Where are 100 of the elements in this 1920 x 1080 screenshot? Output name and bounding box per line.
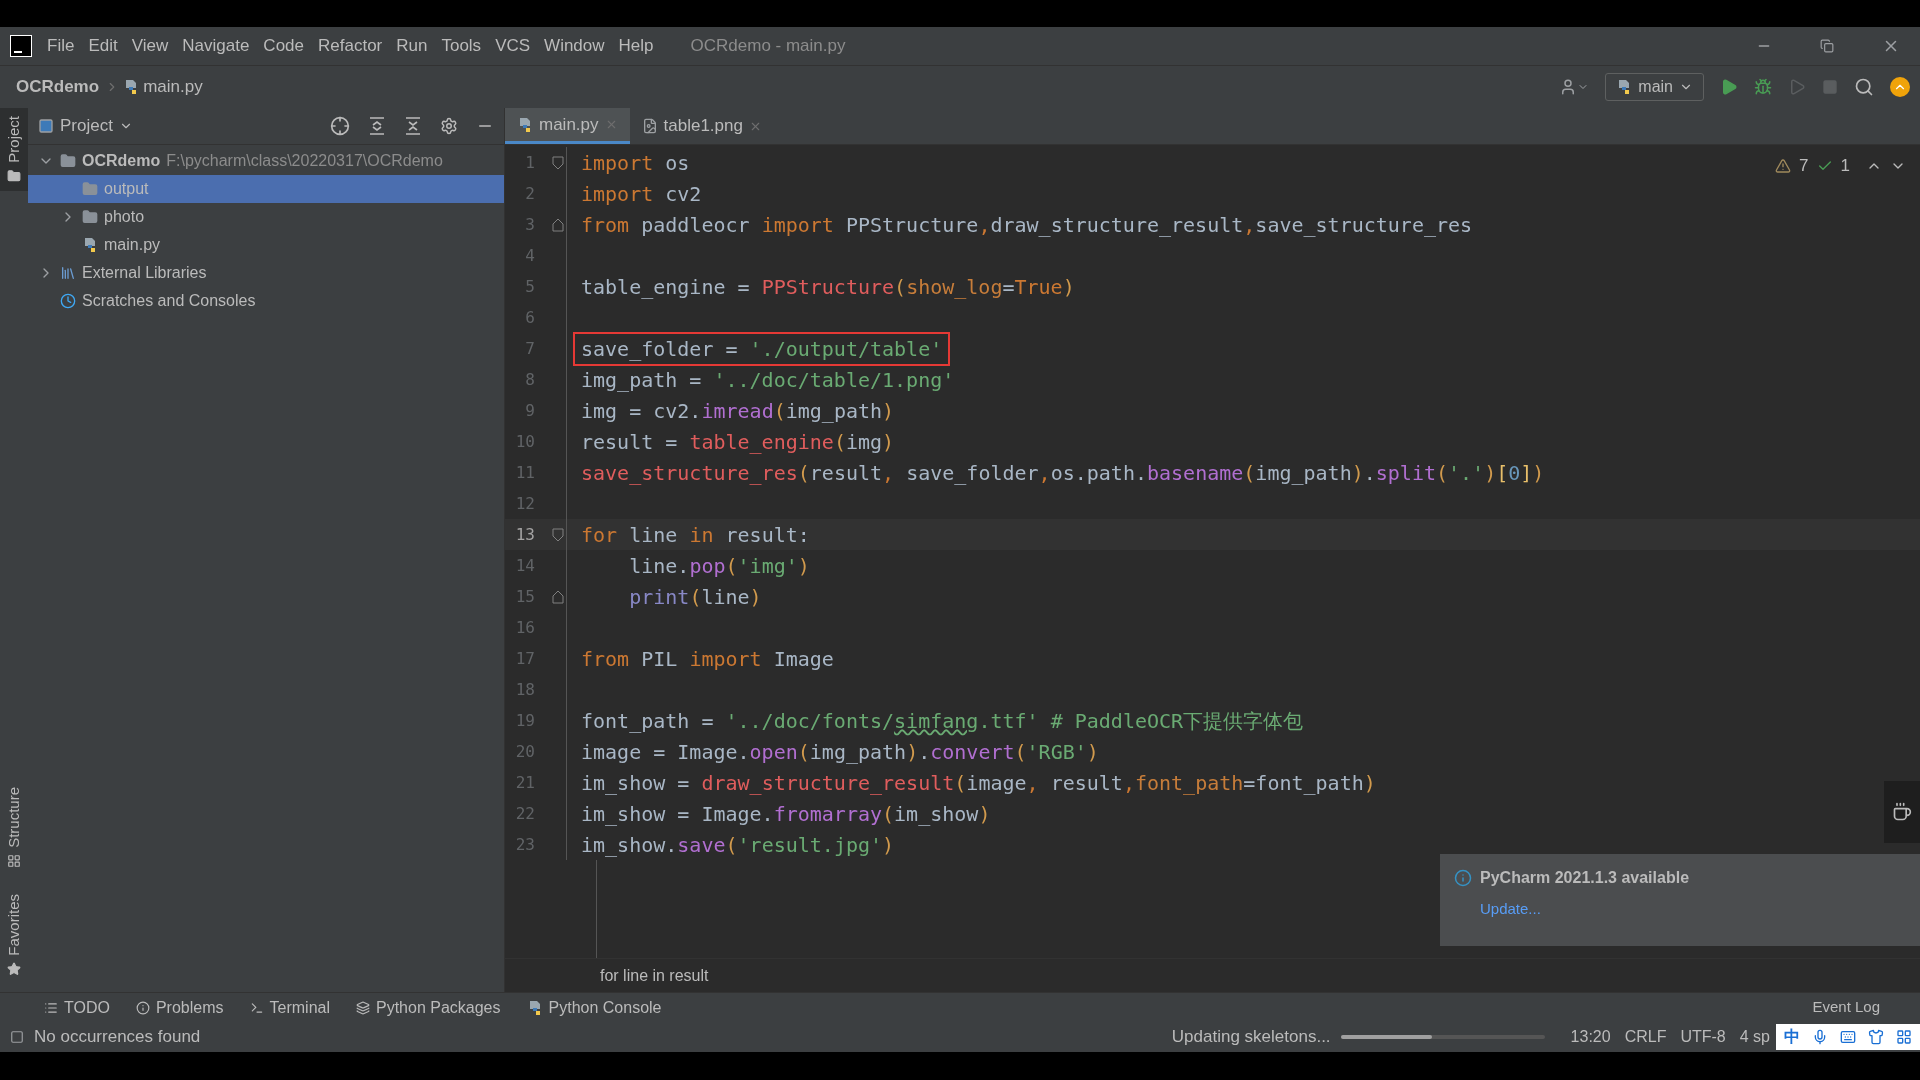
line-number: 9: [524, 399, 535, 422]
tree-item[interactable]: External Libraries: [28, 259, 504, 287]
expand-all-icon[interactable]: [368, 117, 386, 135]
fold-marker-icon[interactable]: [552, 589, 564, 604]
library-icon: [60, 265, 76, 281]
keyboard-icon[interactable]: [1840, 1029, 1856, 1045]
code-line: img = cv2.imread(img_path): [580, 397, 896, 425]
breadcrumb-item[interactable]: main.py: [143, 74, 203, 100]
tree-item[interactable]: photo: [28, 203, 504, 231]
window-icon: [38, 118, 54, 134]
fold-marker-icon[interactable]: [552, 155, 564, 170]
code-line: im_show = draw_structure_result(image, result,font_path=font_path): [580, 769, 1377, 797]
line-number: 4: [524, 244, 535, 267]
tree-item-label: output: [104, 179, 149, 199]
fold-marker-icon[interactable]: [552, 217, 564, 232]
settings-icon[interactable]: [440, 117, 458, 135]
tool-tab[interactable]: Python Packages: [356, 995, 501, 1020]
editor-tab[interactable]: main.py: [505, 108, 630, 144]
menu-item[interactable]: Refactor: [311, 33, 390, 59]
status-item[interactable]: 13:20: [1570, 1025, 1611, 1049]
menu-item[interactable]: Window: [537, 33, 612, 59]
layers-icon: [356, 1000, 370, 1015]
breadcrumb-item[interactable]: OCRdemo: [16, 74, 100, 100]
status-item[interactable]: 4 sp: [1739, 1025, 1770, 1049]
grid-icon[interactable]: [1896, 1029, 1912, 1045]
user-menu-icon[interactable]: [1559, 78, 1590, 96]
status-item[interactable]: UTF-8: [1680, 1025, 1726, 1049]
window-title: OCRdemo - main.py: [690, 35, 846, 58]
warning-icon: [1775, 157, 1792, 174]
editor-breadcrumb[interactable]: for line in result: [600, 963, 709, 988]
editor-tab[interactable]: table1.png: [629, 108, 774, 144]
warning-count[interactable]: 7: [1799, 153, 1809, 179]
menu-item[interactable]: Run: [389, 33, 435, 59]
event-log-button[interactable]: Event Log: [1812, 996, 1880, 1019]
code-line: im_show.save('result.jpg'): [580, 831, 896, 859]
fold-marker-icon[interactable]: [552, 527, 564, 542]
run-icon[interactable]: [1720, 78, 1738, 96]
update-link[interactable]: Update...: [1480, 898, 1906, 921]
menu-item[interactable]: Code: [256, 33, 311, 59]
line-number: 19: [514, 709, 535, 732]
menu-item[interactable]: Help: [611, 33, 661, 59]
ime-mode[interactable]: 中: [1784, 1025, 1800, 1049]
code-line: img_path = '../doc/table/1.png': [580, 366, 956, 394]
menu-item[interactable]: Navigate: [175, 33, 257, 59]
scratch-icon: [60, 293, 76, 309]
code-line: import os: [580, 149, 691, 177]
typo-count[interactable]: 1: [1840, 153, 1850, 179]
side-tool-tab[interactable]: [1884, 781, 1920, 843]
tool-tab[interactable]: Terminal: [249, 995, 330, 1020]
code-line: image = Image.open(img_path).convert('RGB'): [580, 738, 1100, 766]
menu-item[interactable]: Edit: [81, 33, 125, 59]
star-icon: [7, 962, 21, 976]
tree-item-label: Scratches and Consoles: [82, 291, 256, 311]
status-item[interactable]: CRLF: [1624, 1025, 1667, 1049]
python-file-icon: [517, 116, 533, 133]
folder-icon: [82, 209, 98, 225]
line-number: 23: [514, 833, 535, 856]
tree-item-label: External Libraries: [82, 263, 207, 283]
tool-tab[interactable]: Problems: [135, 995, 224, 1020]
stripe-tab[interactable]: Favorites: [0, 888, 28, 982]
run-config-dropdown[interactable]: main: [1605, 73, 1704, 101]
search-icon[interactable]: [1854, 77, 1874, 97]
project-view-dropdown[interactable]: Project: [38, 113, 133, 139]
code-line: from PIL import Image: [580, 645, 835, 673]
tree-item[interactable]: OCRdemo F:\pycharm\class\20220317\OCRdemo: [28, 147, 504, 175]
line-number: 2: [524, 182, 535, 205]
panel-toggle-icon[interactable]: [10, 1030, 24, 1044]
code-line: save_structure_res(result, save_folder,os.path.basename(img_path).split('.')[0]): [580, 459, 1546, 487]
line-number: 15: [514, 585, 535, 608]
menu-item[interactable]: Tools: [434, 33, 489, 59]
menu-item[interactable]: View: [124, 33, 176, 59]
menu-item[interactable]: File: [40, 33, 82, 59]
structure-icon: [7, 854, 21, 869]
list-icon: [44, 1000, 58, 1015]
menu-item[interactable]: VCS: [488, 33, 538, 59]
line-number: 8: [524, 368, 535, 391]
line-number: 17: [514, 647, 535, 670]
mic-icon[interactable]: [1812, 1029, 1828, 1045]
tree-item[interactable]: Scratches and Consoles: [28, 287, 504, 315]
folder-icon: [82, 181, 98, 197]
stripe-tab[interactable]: Structure: [0, 781, 28, 875]
tree-item-label: OCRdemo: [82, 151, 161, 171]
tool-tab[interactable]: Python Console: [526, 995, 662, 1020]
line-number: 22: [514, 802, 535, 825]
status-message: No occurrences found: [34, 1026, 201, 1049]
tool-tab[interactable]: TODO: [44, 995, 110, 1020]
code-line: line.pop('img'): [628, 552, 811, 580]
bug-icon[interactable]: [1754, 78, 1772, 96]
locate-icon[interactable]: [330, 116, 350, 136]
update-icon[interactable]: [1890, 77, 1910, 97]
tree-item[interactable]: main.py: [28, 231, 504, 259]
line-number: 3: [524, 213, 535, 236]
collapse-all-icon[interactable]: [404, 117, 422, 135]
stripe-tab[interactable]: Project: [0, 108, 28, 191]
tree-item-label: main.py: [104, 235, 161, 255]
code-line: for line in result:: [580, 521, 811, 549]
restore-icon[interactable]: [1820, 39, 1834, 53]
shirt-icon[interactable]: [1868, 1029, 1884, 1045]
code-line: font_path = '../doc/fonts/simfang.ttf' # PaddleOCR下提供字体包: [580, 707, 1305, 735]
line-number: 12: [514, 492, 535, 515]
